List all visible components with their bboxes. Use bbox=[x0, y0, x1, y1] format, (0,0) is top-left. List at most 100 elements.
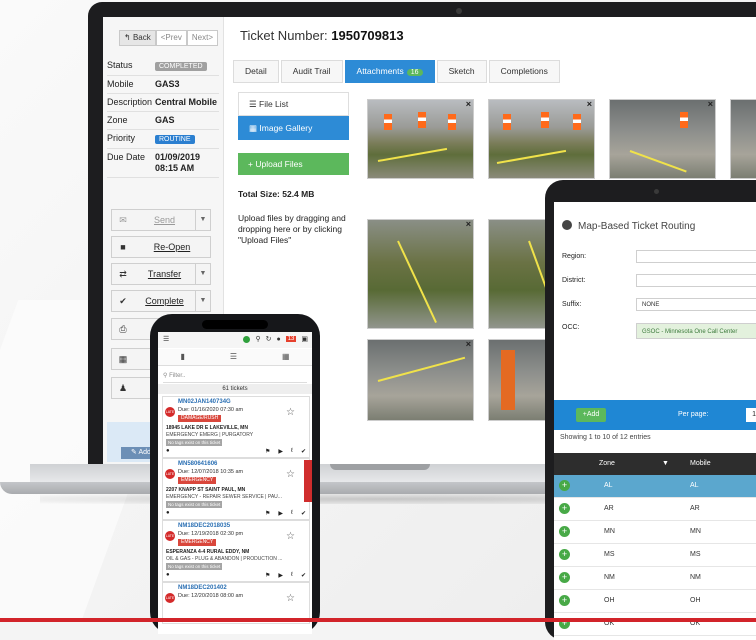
prev-button[interactable]: <Prev bbox=[155, 30, 187, 46]
table-row[interactable]: +SCSC bbox=[554, 636, 756, 640]
table-row[interactable]: + OK OK bbox=[554, 613, 756, 636]
occ-select[interactable]: GSOC - Minnesota One Call Center bbox=[636, 323, 756, 339]
complete-button[interactable]: ✔ Complete ▼ bbox=[111, 290, 211, 312]
upload-files-button[interactable]: + Upload Files bbox=[238, 153, 349, 175]
complete-dropdown[interactable]: ▼ bbox=[195, 291, 210, 311]
info-key: Status bbox=[107, 60, 133, 70]
navigate-icon[interactable]: ▶ bbox=[278, 448, 283, 455]
next-button[interactable]: Next> bbox=[186, 30, 218, 46]
ticket-id[interactable]: MN580641606 bbox=[178, 461, 217, 467]
ticket-id[interactable]: NM18DEC2018035 bbox=[178, 523, 230, 529]
transfer-icon: ⇄ bbox=[119, 268, 127, 279]
navigate-icon[interactable]: ▶ bbox=[278, 572, 283, 579]
refresh-icon[interactable]: ↻ bbox=[266, 335, 272, 343]
star-icon[interactable]: ☆ bbox=[286, 407, 295, 418]
location-pin-icon[interactable]: ⚑ bbox=[265, 448, 270, 455]
search-icon[interactable]: ⚲ bbox=[255, 335, 260, 343]
expand-plus-icon[interactable]: + bbox=[559, 503, 570, 514]
expand-plus-icon[interactable]: + bbox=[559, 595, 570, 606]
ticket-address: 2207 KNAPP ST SAINT PAUL, MN bbox=[166, 487, 246, 493]
star-icon[interactable]: ☆ bbox=[286, 531, 295, 542]
map-icon[interactable]: ▦ bbox=[282, 349, 290, 365]
info-row: Description Central Mobile bbox=[107, 94, 219, 112]
column-zone[interactable]: Zone bbox=[599, 460, 615, 467]
tab-attachments[interactable]: Attachments 16 bbox=[344, 60, 435, 83]
showing-entries: Showing 1 to 10 of 12 entries bbox=[560, 434, 651, 441]
star-icon[interactable]: ☆ bbox=[286, 469, 295, 480]
mobile-cell: MN bbox=[690, 528, 701, 535]
expand-plus-icon[interactable]: + bbox=[559, 480, 570, 491]
notification-icon[interactable]: ● bbox=[276, 336, 280, 343]
list-icon[interactable]: ☰ bbox=[230, 349, 237, 365]
back-button[interactable]: ↰ Back bbox=[119, 30, 156, 46]
mobile-cell: AL bbox=[690, 482, 699, 489]
ticket-card[interactable]: MN580641606 LATE Due: 12/07/2018 10:35 am ☆… bbox=[162, 458, 310, 520]
star-icon[interactable]: ☆ bbox=[286, 593, 295, 604]
per-page-select[interactable]: 10 bbox=[746, 408, 756, 422]
ticket-id[interactable]: NM18DEC201402 bbox=[178, 585, 227, 591]
attachment-icon[interactable]: ℓ bbox=[291, 448, 293, 455]
close-icon[interactable]: × bbox=[708, 100, 713, 109]
transfer-button[interactable]: ⇄ Transfer ▼ bbox=[111, 263, 211, 285]
ticket-id[interactable]: MN02JAN140734G bbox=[178, 399, 231, 405]
district-select[interactable] bbox=[636, 274, 756, 287]
tablet-screen: Map-Based Ticket Routing Region: Distric… bbox=[554, 202, 756, 640]
table-row[interactable]: + AL AL bbox=[554, 475, 756, 498]
gallery-image[interactable]: × bbox=[730, 99, 756, 179]
transfer-dropdown[interactable]: ▼ bbox=[195, 264, 210, 284]
document-icon[interactable]: ▮ bbox=[180, 349, 184, 365]
complete-icon[interactable]: ✔ bbox=[301, 510, 306, 517]
complete-icon[interactable]: ✔ bbox=[301, 448, 306, 455]
send-button[interactable]: ✉ Send ▼ bbox=[111, 209, 211, 231]
gallery-image[interactable]: × bbox=[367, 339, 474, 421]
expand-plus-icon[interactable]: + bbox=[559, 572, 570, 583]
close-icon[interactable]: × bbox=[466, 340, 471, 349]
gallery-image[interactable]: × bbox=[367, 219, 474, 329]
tab-sketch[interactable]: Sketch bbox=[436, 60, 487, 83]
location-pin-icon[interactable]: ⚑ bbox=[265, 510, 270, 517]
menu-icon[interactable]: ☰ bbox=[163, 335, 169, 343]
table-row[interactable]: + MS MS bbox=[554, 544, 756, 567]
table-row[interactable]: + OH OH bbox=[554, 590, 756, 613]
feedback-tab[interactable]: Feedback bbox=[299, 460, 312, 502]
table-row[interactable]: + AR AR bbox=[554, 498, 756, 521]
ticket-count: 61 tickets bbox=[158, 384, 312, 394]
expand-plus-icon[interactable]: + bbox=[559, 549, 570, 560]
gallery-image[interactable]: × bbox=[488, 99, 595, 179]
file-list-button[interactable]: ☰ File List bbox=[238, 92, 349, 116]
location-pin-icon[interactable]: ⚑ bbox=[265, 572, 270, 579]
ticket-nav: ↰ Back <Prev Next> bbox=[119, 30, 218, 46]
table-row[interactable]: + NM NM bbox=[554, 567, 756, 590]
navigate-icon[interactable]: ▶ bbox=[278, 510, 283, 517]
tab-completions[interactable]: Completions bbox=[488, 60, 560, 83]
close-icon[interactable]: × bbox=[466, 100, 471, 109]
sort-icon[interactable]: ▼ bbox=[662, 460, 669, 467]
due-date: Due: 12/07/2018 10:35 am bbox=[178, 469, 244, 475]
region-select[interactable] bbox=[636, 250, 756, 263]
attachments-count-badge: 16 bbox=[406, 69, 423, 76]
close-icon[interactable]: × bbox=[587, 100, 592, 109]
reopen-button[interactable]: ■ Re-Open bbox=[111, 236, 211, 258]
image-gallery-button[interactable]: ▦ Image Gallery bbox=[238, 116, 349, 140]
info-key: Due Date bbox=[107, 152, 146, 162]
tab-audit-trail[interactable]: Audit Trail bbox=[280, 60, 343, 83]
gallery-image[interactable]: × bbox=[609, 99, 716, 179]
gallery-image[interactable]: × bbox=[367, 99, 474, 179]
send-dropdown[interactable]: ▼ bbox=[195, 210, 210, 230]
camera-icon[interactable]: ▣ bbox=[301, 335, 308, 343]
close-icon[interactable]: × bbox=[466, 220, 471, 229]
expand-plus-icon[interactable]: + bbox=[559, 526, 570, 537]
add-button[interactable]: +Add bbox=[576, 408, 606, 422]
suffix-select[interactable]: NONE bbox=[636, 298, 756, 311]
table-row[interactable]: + MN MN bbox=[554, 521, 756, 544]
ticket-card[interactable]: MN02JAN140734G LATE Due: 01/16/2020 07:30 … bbox=[162, 396, 310, 458]
attachment-icon[interactable]: ℓ bbox=[291, 510, 293, 517]
filter-input[interactable]: ⚲ Filter.. bbox=[163, 370, 307, 383]
complete-icon[interactable]: ✔ bbox=[301, 572, 306, 579]
attachment-icon[interactable]: ℓ bbox=[291, 572, 293, 579]
tab-detail[interactable]: Detail bbox=[233, 60, 279, 83]
no-tags-label: No tags exist on this ticket bbox=[166, 501, 223, 508]
tablet-camera bbox=[654, 189, 659, 194]
column-mobile[interactable]: Mobile bbox=[690, 460, 711, 467]
ticket-card[interactable]: NM18DEC2018035 LATE Due: 12/19/2018 02:30 … bbox=[162, 520, 310, 582]
